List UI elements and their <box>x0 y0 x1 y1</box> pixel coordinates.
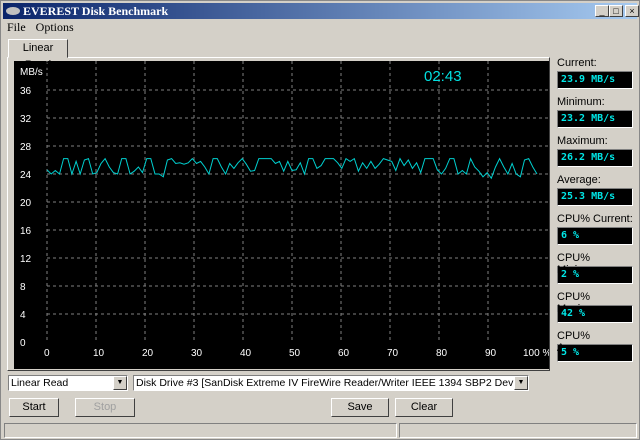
elapsed-timer: 02:43 <box>424 68 462 85</box>
y-tick-label: 32 <box>20 114 32 125</box>
menu-bar: File Options <box>7 20 74 34</box>
menu-options[interactable]: Options <box>36 20 74 34</box>
drive-select[interactable]: Disk Drive #3 [SanDisk Extreme IV FireWi… <box>133 375 529 391</box>
y-tick-label: 4 <box>20 310 26 321</box>
stat-label: Current: <box>557 57 597 69</box>
stat-label: CPU% Average: <box>557 330 601 354</box>
start-button[interactable]: Start <box>9 398 59 417</box>
status-bar-left <box>4 423 397 438</box>
save-button[interactable]: Save <box>331 398 389 417</box>
stats-panel: Current: 23.9 MB/s Minimum: 23.2 MB/s Maximu… <box>557 57 635 369</box>
chevron-down-icon[interactable]: ▼ <box>113 376 127 390</box>
y-tick-label: 0 <box>20 338 26 349</box>
y-tick-label: 16 <box>20 226 32 237</box>
x-tick-label: 70 <box>387 348 399 359</box>
window-title: EVEREST Disk Benchmark <box>23 4 169 18</box>
x-tick-label: 0 <box>44 348 50 359</box>
test-select[interactable]: Linear Read ▼ <box>8 375 128 391</box>
y-tick-label: 8 <box>20 282 26 293</box>
x-tick-label: 60 <box>338 348 350 359</box>
y-tick-label: 28 <box>20 142 32 153</box>
test-select-value: Linear Read <box>11 377 69 389</box>
x-tick-label: 100 % <box>523 348 549 359</box>
stat-label: Maximum: <box>557 135 608 147</box>
stat-label: CPU% Maximum: <box>557 291 608 315</box>
y-tick-label: 24 <box>20 170 32 181</box>
status-bar-right <box>399 423 637 438</box>
stat-label: Minimum: <box>557 96 605 108</box>
stat-label: CPU% Current: <box>557 213 633 225</box>
chart-background <box>14 61 549 369</box>
y-tick-label: 20 <box>20 198 32 209</box>
tab-linear-read[interactable]: Linear Read <box>8 39 68 71</box>
chevron-down-icon[interactable]: ▼ <box>514 376 528 390</box>
x-tick-label: 90 <box>485 348 497 359</box>
title-bar: EVEREST Disk Benchmark <box>3 3 637 19</box>
stat-value: 23.2 MB/s <box>557 110 633 128</box>
app-icon <box>6 7 20 15</box>
drive-select-value: Disk Drive #3 [SanDisk Extreme IV FireWi… <box>136 377 529 389</box>
stat-value: 26.2 MB/s <box>557 149 633 167</box>
x-tick-label: 40 <box>240 348 252 359</box>
stat-label: CPU% Minimum: <box>557 252 605 276</box>
x-tick-label: 80 <box>436 348 448 359</box>
x-tick-label: 50 <box>289 348 301 359</box>
y-tick-label: 36 <box>20 86 32 97</box>
stat-value: 25.3 MB/s <box>557 188 633 206</box>
maximize-button[interactable]: □ <box>609 5 623 17</box>
window: EVEREST Disk Benchmark _ □ × File Option… <box>0 0 640 440</box>
x-tick-label: 10 <box>93 348 105 359</box>
minimize-button[interactable]: _ <box>595 5 609 17</box>
stat-value: 6 % <box>557 227 633 245</box>
clear-button[interactable]: Clear <box>395 398 453 417</box>
x-tick-label: 20 <box>142 348 154 359</box>
stat-label: Average: <box>557 174 601 186</box>
stat-value: 23.9 MB/s <box>557 71 633 89</box>
close-button[interactable]: × <box>625 5 639 17</box>
menu-file[interactable]: File <box>7 20 26 34</box>
stop-button[interactable]: Stop <box>75 398 135 417</box>
x-tick-label: 30 <box>191 348 203 359</box>
y-tick-label: 12 <box>20 254 32 265</box>
benchmark-chart: 0 4 8 12 16 20 24 28 32 36 0 10 20 30 40 50 60 70 80 90 100 … <box>14 61 549 369</box>
